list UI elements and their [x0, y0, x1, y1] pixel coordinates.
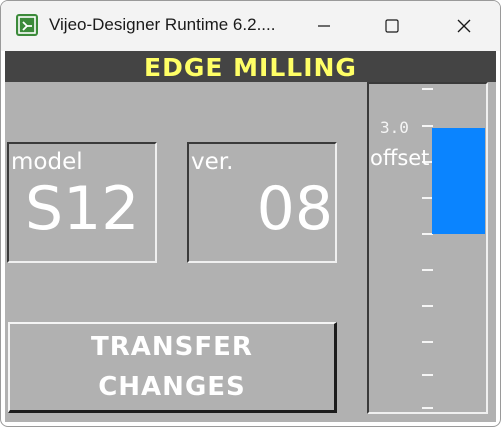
offset-label: offset — [370, 146, 430, 170]
minimize-button[interactable] — [301, 1, 347, 51]
maximize-icon — [385, 19, 399, 33]
gauge-tick — [422, 374, 433, 376]
runtime-window: Vijeo-Designer Runtime 6.2.... EDGE MILL… — [0, 0, 501, 427]
gauge-tick — [422, 305, 433, 307]
close-button[interactable] — [441, 1, 487, 51]
transfer-button-line2: CHANGES — [98, 372, 246, 402]
offset-gauge: 3.0 offset — [367, 82, 488, 414]
app-icon — [16, 14, 38, 36]
title-bar[interactable]: Vijeo-Designer Runtime 6.2.... — [1, 1, 500, 51]
gauge-max-label: 3.0 — [380, 118, 409, 137]
gauge-tick — [422, 269, 433, 271]
transfer-button-line1: TRANSFER — [91, 332, 253, 362]
gauge-tick — [422, 125, 433, 127]
hmi-screen: EDGE MILLING model S12 ver. 08 3.0 offse… — [5, 51, 496, 422]
model-label: model — [11, 149, 83, 175]
version-value: 08 — [256, 174, 333, 244]
gauge-tick — [422, 341, 433, 343]
close-icon — [457, 19, 471, 33]
minimize-icon — [318, 25, 330, 27]
model-value: S12 — [25, 174, 140, 244]
gauge-tick — [422, 407, 433, 409]
maximize-button[interactable] — [369, 1, 415, 51]
transfer-changes-button[interactable]: TRANSFER CHANGES — [8, 322, 337, 413]
version-display: ver. 08 — [187, 142, 337, 263]
model-display: model S12 — [7, 142, 157, 263]
header-title: EDGE MILLING — [144, 53, 357, 82]
header-bar: EDGE MILLING — [5, 51, 496, 82]
gauge-tick — [422, 88, 433, 90]
offset-bar — [432, 128, 485, 234]
window-title: Vijeo-Designer Runtime 6.2.... — [49, 15, 276, 34]
version-label: ver. — [191, 149, 234, 175]
